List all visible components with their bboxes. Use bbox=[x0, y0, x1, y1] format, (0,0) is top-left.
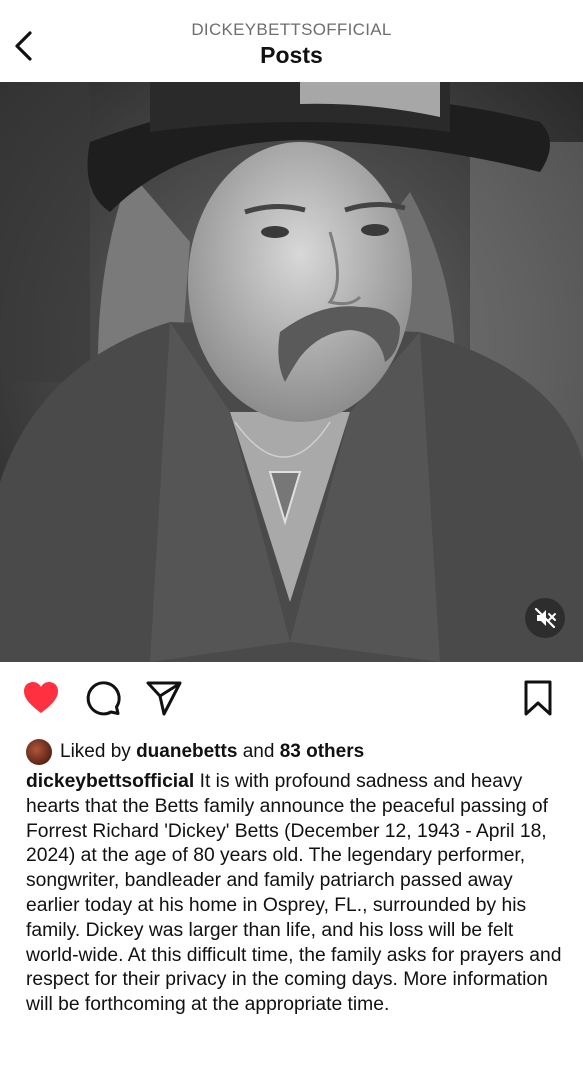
speaker-muted-icon bbox=[534, 607, 556, 629]
likes-summary[interactable]: Liked by duanebetts and 83 others bbox=[26, 738, 364, 766]
liked-by-others[interactable]: 83 others bbox=[280, 741, 364, 763]
post-caption: dickeybettsofficial It is with profound … bbox=[26, 770, 566, 1018]
top-bar: DICKEYBETTSOFFICIAL Posts bbox=[0, 0, 583, 82]
mute-button[interactable] bbox=[525, 598, 565, 638]
like-button[interactable] bbox=[21, 678, 61, 718]
page-title: Posts bbox=[260, 42, 323, 68]
post-actions bbox=[0, 678, 583, 722]
post-video[interactable] bbox=[0, 82, 583, 662]
comment-button[interactable] bbox=[83, 678, 123, 718]
avatar[interactable] bbox=[26, 739, 52, 765]
share-button[interactable] bbox=[144, 678, 184, 718]
save-button[interactable] bbox=[518, 678, 558, 718]
caption-username[interactable]: dickeybettsofficial bbox=[26, 771, 194, 792]
liked-by-user[interactable]: duanebetts bbox=[136, 741, 237, 763]
caption-text: It is with profound sadness and heavy he… bbox=[26, 771, 562, 1016]
bookmark-icon bbox=[524, 680, 552, 716]
liked-by-prefix: Liked by bbox=[60, 741, 131, 762]
heart-icon bbox=[24, 682, 58, 713]
account-name[interactable]: DICKEYBETTSOFFICIAL bbox=[0, 20, 583, 40]
portrait-photo bbox=[0, 82, 583, 662]
paper-plane-icon bbox=[146, 681, 182, 716]
comment-bubble-icon bbox=[86, 681, 121, 716]
liked-by-joiner: and bbox=[242, 741, 275, 762]
